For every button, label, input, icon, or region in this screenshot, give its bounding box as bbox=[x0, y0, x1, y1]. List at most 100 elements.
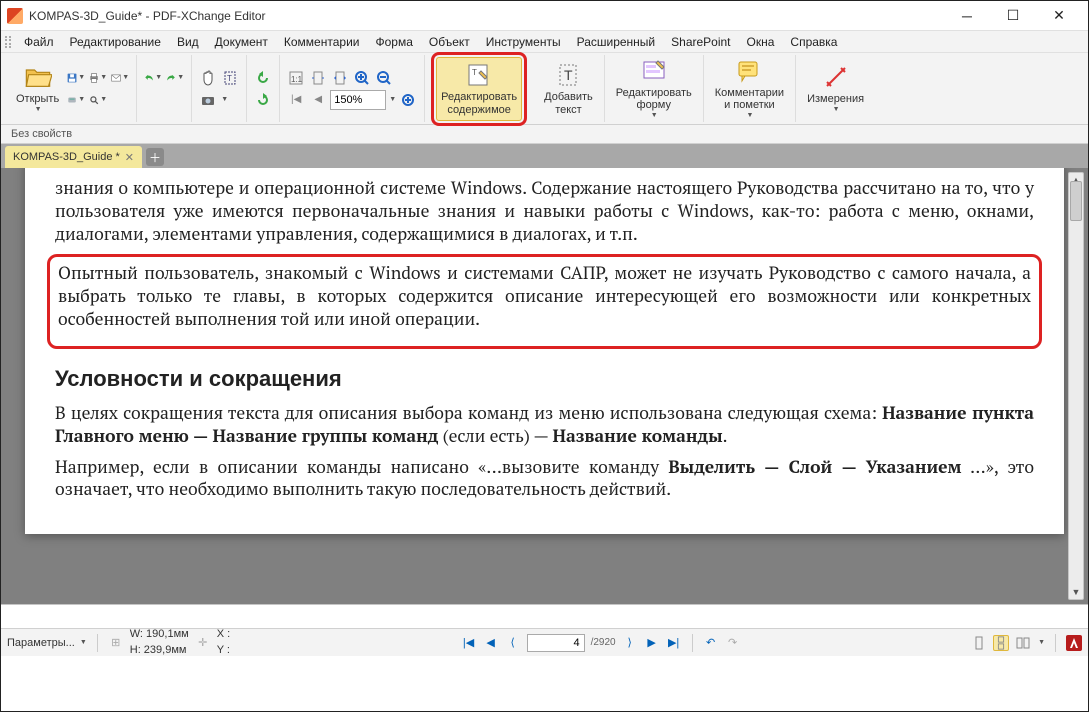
adobe-icon[interactable] bbox=[1066, 635, 1082, 651]
paragraph-2: Опытный пользователь, знакомый с Windows… bbox=[58, 263, 1031, 331]
svg-text:1:1: 1:1 bbox=[291, 75, 303, 84]
fit-width-button[interactable] bbox=[330, 68, 350, 88]
fit-actual-button[interactable]: 1:1 bbox=[286, 68, 306, 88]
scroll-thumb[interactable] bbox=[1070, 181, 1082, 221]
add-text-label-2: текст bbox=[555, 104, 582, 117]
chevron-down-icon[interactable]: ▼ bbox=[389, 96, 396, 103]
chevron-down-icon[interactable]: ▼ bbox=[1038, 639, 1045, 646]
minimize-button[interactable]: ─ bbox=[944, 1, 990, 31]
pdf-page[interactable]: знания о компьютере и операционной систе… bbox=[25, 168, 1064, 534]
first-page-button[interactable]: |◀ bbox=[286, 90, 306, 110]
menu-help[interactable]: Справка bbox=[783, 33, 844, 51]
edit-content-button[interactable]: T Редактировать содержимое bbox=[436, 57, 522, 121]
p3-bold-d: Название команды bbox=[552, 425, 722, 448]
history-fwd-button[interactable]: ↷ bbox=[725, 635, 741, 651]
menu-file[interactable]: Файл bbox=[17, 33, 61, 51]
separator bbox=[97, 634, 98, 652]
chevron-down-icon: ▼ bbox=[746, 112, 753, 120]
next-view-nav-button[interactable]: ⟩ bbox=[622, 635, 638, 651]
zoom-group: 1:1 |◀ ◀ ▼ bbox=[280, 55, 425, 122]
edit-content-label-2: содержимое bbox=[447, 104, 510, 117]
continuous-layout-button[interactable] bbox=[993, 635, 1009, 651]
menu-form[interactable]: Форма bbox=[368, 33, 419, 51]
measure-group: Измерения ▼ bbox=[796, 55, 875, 122]
menu-advanced[interactable]: Расширенный bbox=[570, 33, 663, 51]
zoom-out-button[interactable] bbox=[374, 68, 394, 88]
find-button[interactable]: ▼ bbox=[88, 90, 108, 110]
first-page-nav-button[interactable]: |◀ bbox=[461, 635, 477, 651]
document-tab-label: KOMPAS-3D_Guide * bbox=[13, 151, 120, 163]
snapshot-button[interactable] bbox=[198, 90, 218, 110]
edit-form-label-1: Редактировать bbox=[616, 87, 692, 100]
rotate-group bbox=[247, 55, 280, 122]
single-page-layout-button[interactable] bbox=[971, 635, 987, 651]
chevron-down-icon[interactable]: ▼ bbox=[221, 96, 228, 103]
svg-text:T: T bbox=[564, 67, 573, 83]
history-back-button[interactable]: ↶ bbox=[703, 635, 719, 651]
rotate-cw-button[interactable] bbox=[253, 90, 273, 110]
undo-button[interactable]: ▼ bbox=[143, 68, 163, 88]
menu-sharepoint[interactable]: SharePoint bbox=[664, 33, 737, 51]
close-tab-button[interactable]: ✕ bbox=[125, 151, 134, 164]
separator bbox=[692, 634, 693, 652]
comments-icon bbox=[735, 57, 763, 85]
last-page-nav-button[interactable]: ▶| bbox=[666, 635, 682, 651]
add-text-label-1: Добавить bbox=[544, 91, 593, 104]
two-page-layout-button[interactable] bbox=[1015, 635, 1031, 651]
email-button[interactable]: ▼ bbox=[110, 68, 130, 88]
save-button[interactable]: ▼ bbox=[66, 68, 86, 88]
add-text-button[interactable]: T Добавить текст bbox=[539, 57, 598, 121]
comments-label-2: и пометки bbox=[724, 99, 775, 112]
horizontal-scroll-gutter bbox=[1, 604, 1088, 628]
edit-form-button[interactable]: Редактировать форму ▼ bbox=[611, 57, 697, 121]
page-total-label: /2920 bbox=[591, 637, 616, 648]
add-text-icon: T bbox=[554, 61, 582, 89]
scan-button[interactable]: ▼ bbox=[66, 90, 86, 110]
prev-page-nav-button[interactable]: ◀ bbox=[483, 635, 499, 651]
select-text-button[interactable]: T bbox=[220, 68, 240, 88]
chevron-down-icon: ▼ bbox=[651, 112, 658, 120]
fit-page-button[interactable] bbox=[308, 68, 328, 88]
edit-form-icon bbox=[640, 57, 668, 85]
rotate-ccw-button[interactable] bbox=[253, 68, 273, 88]
svg-text:T: T bbox=[472, 68, 477, 77]
page-number-input[interactable] bbox=[527, 634, 585, 652]
menu-comments[interactable]: Комментарии bbox=[277, 33, 367, 51]
open-button[interactable]: Открыть ▼ bbox=[11, 57, 64, 121]
prev-view-nav-button[interactable]: ⟨ bbox=[505, 635, 521, 651]
maximize-button[interactable]: ☐ bbox=[990, 1, 1036, 31]
next-page-nav-button[interactable]: ▶ bbox=[644, 635, 660, 651]
prev-page-button[interactable]: ◀ bbox=[308, 90, 328, 110]
edit-content-label-1: Редактировать bbox=[441, 91, 517, 104]
close-window-button[interactable]: ✕ bbox=[1036, 1, 1082, 31]
menu-document[interactable]: Документ bbox=[208, 33, 275, 51]
menu-tools[interactable]: Инструменты bbox=[479, 33, 568, 51]
comments-markup-button[interactable]: Комментарии и пометки ▼ bbox=[710, 57, 789, 121]
print-button[interactable]: ▼ bbox=[88, 68, 108, 88]
add-text-group: T Добавить текст bbox=[533, 55, 605, 122]
measure-button[interactable]: Измерения ▼ bbox=[802, 57, 869, 121]
hand-tool-button[interactable] bbox=[198, 68, 218, 88]
menu-window[interactable]: Окна bbox=[740, 33, 782, 51]
menubar-grip[interactable] bbox=[5, 36, 11, 48]
window-title: KOMPAS-3D_Guide* - PDF-XChange Editor bbox=[29, 9, 944, 23]
menu-edit[interactable]: Редактирование bbox=[63, 33, 168, 51]
document-viewport[interactable]: знания о компьютере и операционной систе… bbox=[1, 168, 1088, 604]
zoom-in-button[interactable] bbox=[352, 68, 372, 88]
vertical-scrollbar[interactable]: ▲ ▼ bbox=[1068, 172, 1084, 600]
redo-button[interactable]: ▼ bbox=[165, 68, 185, 88]
zoom-input[interactable] bbox=[330, 90, 386, 110]
p3-text-c: (если есть) — bbox=[443, 425, 553, 448]
options-button[interactable]: Параметры... ▼ bbox=[7, 637, 87, 649]
toolbar: Открыть ▼ ▼ ▼ ▼ ▼ ▼ ▼ ▼ bbox=[1, 53, 1088, 125]
toggle-rulers-button[interactable]: ⊞ bbox=[108, 635, 124, 651]
edit-form-group: Редактировать форму ▼ bbox=[605, 55, 704, 122]
menu-view[interactable]: Вид bbox=[170, 33, 206, 51]
menu-object[interactable]: Объект bbox=[422, 33, 477, 51]
document-tab[interactable]: KOMPAS-3D_Guide * ✕ bbox=[5, 146, 142, 168]
scroll-down-button[interactable]: ▼ bbox=[1069, 585, 1083, 599]
measure-icon bbox=[822, 63, 850, 91]
new-tab-button[interactable]: ＋ bbox=[146, 148, 164, 166]
zoom-extent-button[interactable] bbox=[398, 90, 418, 110]
p4-text-a: Например, если в описании команды написа… bbox=[55, 456, 668, 479]
